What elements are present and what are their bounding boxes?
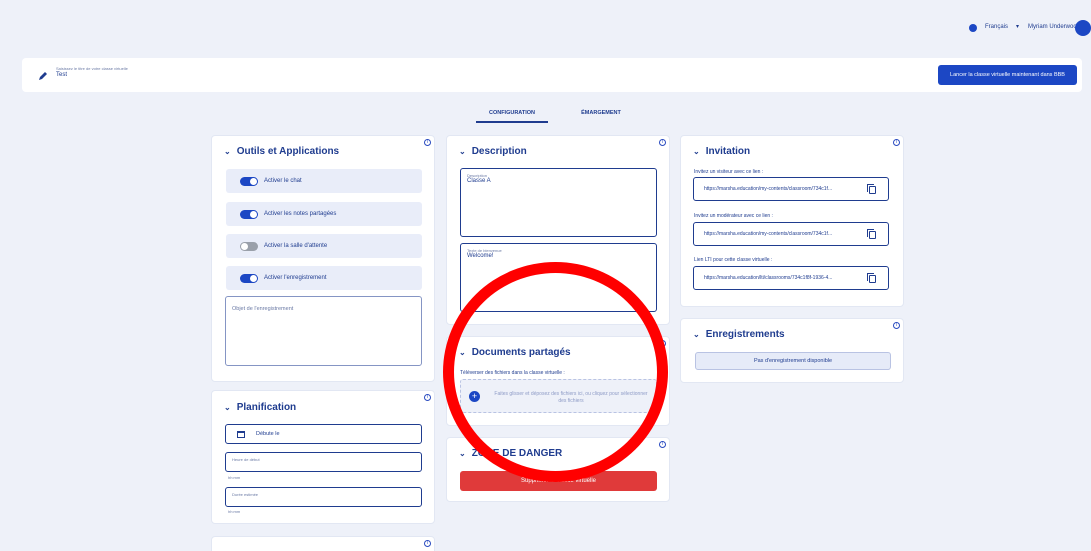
planning-card: ⌄ Planification i Débute le Heure de déb… bbox=[211, 390, 435, 524]
danger-title[interactable]: ⌄ ZONE DE DANGER bbox=[459, 448, 562, 459]
waiting-room-toggle[interactable] bbox=[240, 241, 258, 251]
documents-title[interactable]: ⌄ Documents partagés bbox=[459, 347, 571, 358]
chevron-down-icon: ⌄ bbox=[224, 403, 231, 412]
start-time-input[interactable]: Heure de début bbox=[225, 452, 422, 472]
chevron-down-icon: ⌄ bbox=[693, 330, 700, 339]
lti-link-label: Lien LTI pour cette classe virtuelle : bbox=[694, 257, 773, 263]
user-name[interactable]: Myriam Underwood bbox=[1028, 24, 1080, 30]
description-card: ⌄ Description i Description Classe A Tex… bbox=[446, 135, 670, 325]
tools-card: ⌄ Outils et Applications i Activer le ch… bbox=[211, 135, 435, 382]
chevron-down-icon: ⌄ bbox=[459, 449, 466, 458]
language-select[interactable]: Français bbox=[985, 24, 1008, 30]
globe-icon[interactable] bbox=[969, 24, 977, 32]
title-bar: Saisissez le titre de votre classe virtu… bbox=[22, 58, 1082, 92]
title-input[interactable]: Test bbox=[56, 72, 67, 78]
info-icon[interactable]: i bbox=[893, 139, 900, 146]
recordings-card: ⌄ Enregistrements i Pas d'enregistrement… bbox=[680, 318, 904, 383]
start-date-picker[interactable]: Débute le bbox=[225, 424, 422, 444]
tab-emargement[interactable]: ÉMARGEMENT bbox=[565, 110, 637, 116]
info-icon[interactable]: i bbox=[424, 139, 431, 146]
info-icon[interactable]: i bbox=[424, 394, 431, 401]
invitation-card: ⌄ Invitation i Invitez un visiteur avec … bbox=[680, 135, 904, 307]
chevron-down-icon: ⌄ bbox=[693, 147, 700, 156]
info-icon[interactable]: i bbox=[893, 322, 900, 329]
visitor-link-label: Invitez un visiteur avec ce lien : bbox=[694, 169, 764, 175]
moderator-link-label: Invitez un modérateur avec ce lien : bbox=[694, 213, 773, 219]
recording-object-input[interactable]: Objet de l'enregistrement bbox=[225, 296, 422, 366]
no-recordings-message: Pas d'enregistrement disponible bbox=[695, 352, 891, 370]
calendar-icon bbox=[237, 431, 245, 438]
shared-notes-toggle[interactable] bbox=[240, 209, 258, 219]
description-input[interactable]: Description Classe A bbox=[460, 168, 657, 237]
bottom-card: i bbox=[211, 536, 435, 551]
avatar[interactable] bbox=[1075, 20, 1091, 36]
info-icon[interactable]: i bbox=[424, 540, 431, 547]
danger-card: ⌄ ZONE DE DANGER i Supprimer la classe v… bbox=[446, 437, 670, 502]
toggle-shared-notes-row[interactable]: Activer les notes partagées bbox=[226, 202, 422, 226]
description-title[interactable]: ⌄ Description bbox=[459, 146, 527, 157]
copy-icon[interactable] bbox=[867, 229, 876, 239]
duration-input[interactable]: Durée estimée bbox=[225, 487, 422, 507]
toggle-chat-row[interactable]: Activer le chat bbox=[226, 169, 422, 193]
chat-toggle[interactable] bbox=[240, 176, 258, 186]
copy-icon[interactable] bbox=[867, 273, 876, 283]
file-dropzone[interactable]: + Faites glisser et déposez des fichiers… bbox=[460, 379, 657, 413]
chevron-down-icon[interactable]: ▾ bbox=[1016, 23, 1019, 30]
pencil-icon bbox=[38, 68, 48, 80]
info-icon[interactable]: i bbox=[659, 441, 666, 448]
duration-hint: hh:mm bbox=[228, 509, 241, 514]
launch-button[interactable]: Lancer la classe virtuelle maintenant da… bbox=[938, 65, 1077, 85]
chevron-down-icon: ⌄ bbox=[459, 147, 466, 156]
planning-title[interactable]: ⌄ Planification bbox=[224, 402, 296, 413]
tab-configuration[interactable]: CONFIGURATION bbox=[476, 110, 548, 123]
tools-title[interactable]: ⌄ Outils et Applications bbox=[224, 146, 339, 157]
moderator-link-field[interactable]: https://marsha.education/my-contents/cla… bbox=[693, 222, 889, 246]
start-time-hint: hh:mm bbox=[228, 475, 241, 480]
upload-label: Téléverser des fichiers dans la classe v… bbox=[460, 370, 565, 376]
copy-icon[interactable] bbox=[867, 184, 876, 194]
plus-icon: + bbox=[469, 391, 480, 402]
title-field-label: Saisissez le titre de votre classe virtu… bbox=[56, 66, 128, 71]
delete-classroom-button[interactable]: Supprimer la classe virtuelle bbox=[460, 471, 657, 491]
documents-card: ⌄ Documents partagés i Téléverser des fi… bbox=[446, 336, 670, 426]
chevron-down-icon: ⌄ bbox=[459, 348, 466, 357]
invitation-title[interactable]: ⌄ Invitation bbox=[693, 146, 750, 157]
top-header: Français ▾ Myriam Underwood bbox=[0, 0, 1091, 55]
recording-toggle[interactable] bbox=[240, 273, 258, 283]
chevron-down-icon: ⌄ bbox=[224, 147, 231, 156]
visitor-link-field[interactable]: https://marsha.education/my-contents/cla… bbox=[693, 177, 889, 201]
info-icon[interactable]: i bbox=[659, 340, 666, 347]
welcome-text-input[interactable]: Texte de bienvenue Welcome! bbox=[460, 243, 657, 312]
info-icon[interactable]: i bbox=[659, 139, 666, 146]
toggle-waiting-room-row[interactable]: Activer la salle d'attente bbox=[226, 234, 422, 258]
toggle-recording-row[interactable]: Activer l'enregistrement bbox=[226, 266, 422, 290]
recordings-title[interactable]: ⌄ Enregistrements bbox=[693, 329, 785, 340]
lti-link-field[interactable]: https://marsha.education/lti/classrooms/… bbox=[693, 266, 889, 290]
